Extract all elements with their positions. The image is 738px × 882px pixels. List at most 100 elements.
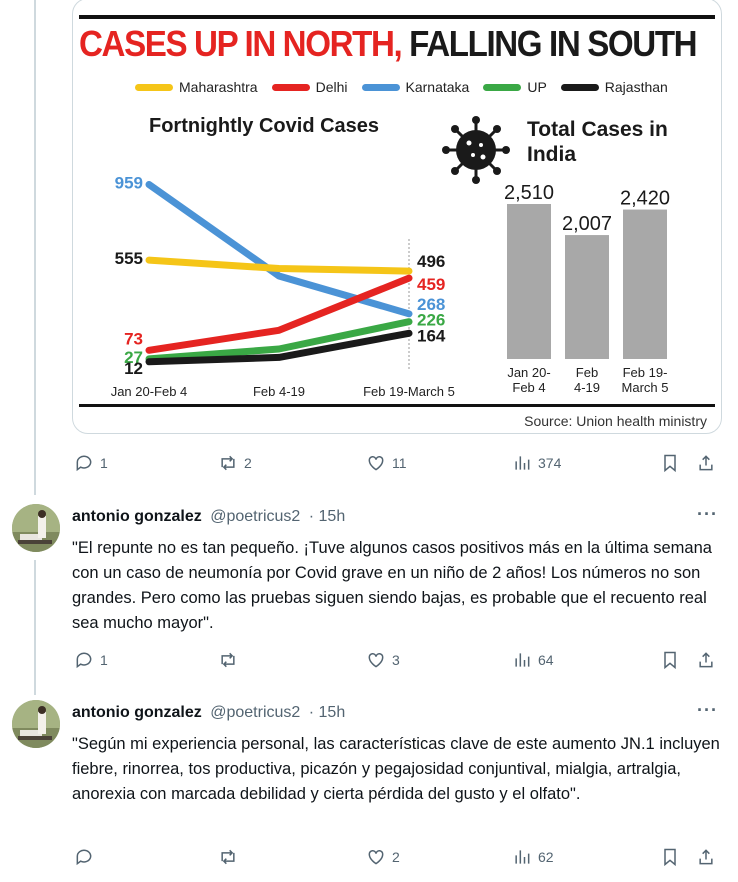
timestamp[interactable]: · 15h (309, 704, 345, 721)
bar (565, 235, 609, 359)
legend-label: UP (527, 79, 547, 95)
legend-item: Delhi (271, 79, 348, 95)
share-icon (699, 652, 713, 668)
bar-value-label: 2,007 (562, 213, 612, 235)
repost-button[interactable] (218, 845, 238, 869)
repost-icon (221, 455, 235, 471)
bookmark-button[interactable] (660, 845, 680, 869)
legend-swatch (361, 83, 400, 91)
like-count: 11 (392, 455, 407, 471)
reply-count: 1 (100, 652, 108, 668)
like-icon (368, 652, 384, 668)
like-icon (368, 455, 384, 471)
reply-header: antonio gonzalez @poetricus2 · 15h (72, 704, 345, 722)
bookmark-icon (664, 454, 676, 473)
infographic: CASES UP IN NORTH, FALLING IN SOUTH Maha… (79, 15, 715, 431)
bar-category-label: March 5 (622, 380, 669, 395)
reply-action-bar: 1 3 64 (72, 648, 722, 672)
like-button[interactable]: 3 (366, 648, 400, 672)
reply-header: antonio gonzalez @poetricus2 · 15h (72, 508, 345, 526)
author-handle[interactable]: @poetricus2 (210, 704, 300, 721)
reply-action-bar: 2 62 (72, 845, 722, 869)
reply-text: "Según mi experiencia personal, las cara… (72, 735, 720, 803)
media-card[interactable]: CASES UP IN NORTH, FALLING IN SOUTH Maha… (72, 0, 722, 434)
bar-value-label: 2,510 (504, 182, 554, 204)
repost-button[interactable]: 2 (218, 451, 252, 475)
views-icon (515, 456, 530, 470)
share-icon (699, 849, 713, 865)
views-count: 62 (538, 849, 554, 865)
data-label-end: 459 (417, 275, 445, 294)
legend-item: Rajasthan (560, 79, 668, 95)
bookmark-button[interactable] (660, 451, 680, 475)
like-button[interactable]: 2 (366, 845, 400, 869)
legend-swatch (135, 83, 173, 91)
repost-icon (221, 652, 235, 668)
tweet-action-bar: 1 2 11 374 (72, 451, 722, 475)
like-button[interactable]: 11 (366, 451, 407, 475)
avatar[interactable] (12, 504, 60, 552)
legend-swatch (271, 83, 310, 91)
repost-button[interactable] (218, 648, 238, 672)
share-button[interactable] (696, 451, 716, 475)
reply-text: "El repunte no es tan pequeño. ¡Tuve alg… (72, 539, 712, 632)
data-label-start: 555 (115, 249, 143, 268)
views-button[interactable]: 62 (512, 845, 554, 869)
avatar[interactable] (12, 700, 60, 748)
bar-value-label: 2,420 (620, 188, 670, 210)
x-tick-label: Jan 20-Feb 4 (111, 384, 188, 399)
x-tick-label: Feb 4-19 (253, 384, 305, 399)
bar-category-label: Feb 19- (623, 365, 668, 380)
like-count: 3 (392, 652, 400, 668)
bar-chart: 2,510 Jan 20-Feb 4 2,007 Feb4-19 2,420 Feb 19… (504, 182, 670, 395)
reply-button[interactable]: 1 (74, 648, 108, 672)
author-name[interactable]: antonio gonzalez (72, 508, 202, 525)
x-tick-label: Feb 19-March 5 (363, 384, 455, 399)
more-icon[interactable]: ··· (697, 700, 718, 721)
infographic-headline: CASES UP IN NORTH, FALLING IN SOUTH (79, 23, 698, 64)
reply-icon (76, 849, 92, 866)
series-line-maharashtra (145, 256, 413, 275)
bar-category-label: Feb 4 (512, 380, 545, 395)
chart-source: Source: Union health ministry (524, 413, 707, 429)
more-icon[interactable]: ··· (697, 504, 718, 525)
reply-icon (76, 652, 92, 669)
views-count: 374 (538, 455, 562, 471)
legend-item: Karnataka (361, 79, 470, 95)
views-button[interactable]: 374 (512, 451, 561, 475)
repost-count: 2 (244, 455, 252, 471)
share-button[interactable] (696, 845, 716, 869)
bar (623, 209, 667, 359)
views-button[interactable]: 64 (512, 648, 554, 672)
like-icon (368, 849, 384, 865)
bar-category-label: Feb (576, 365, 598, 380)
author-name[interactable]: antonio gonzalez (72, 704, 202, 721)
legend-label: Maharashtra (179, 79, 258, 95)
bar-category-label: 4-19 (574, 380, 600, 395)
share-button[interactable] (696, 648, 716, 672)
reply-count: 1 (100, 455, 108, 471)
reply-icon (76, 455, 92, 472)
legend-label: Karnataka (405, 79, 470, 95)
like-count: 2 (392, 849, 400, 865)
legend-swatch (483, 83, 522, 91)
bookmark-button[interactable] (660, 648, 680, 672)
legend-label: Delhi (315, 79, 348, 95)
data-label-end: 164 (417, 326, 446, 345)
legend-swatch (560, 83, 599, 91)
timestamp[interactable]: · 15h (309, 508, 345, 525)
reply-button[interactable]: 1 (74, 451, 108, 475)
repost-icon (221, 849, 235, 865)
bar-category-label: Jan 20- (507, 365, 550, 380)
bookmark-icon (664, 651, 676, 670)
views-icon (515, 850, 530, 864)
data-label-start: 73 (124, 329, 143, 348)
share-icon (699, 455, 713, 471)
reply-button[interactable] (74, 845, 94, 869)
views-count: 64 (538, 652, 554, 668)
legend-label: Rajasthan (604, 79, 668, 95)
author-handle[interactable]: @poetricus2 (210, 508, 300, 525)
data-label-end: 496 (417, 252, 445, 271)
data-label-start: 12 (124, 359, 143, 378)
bar (507, 204, 551, 359)
